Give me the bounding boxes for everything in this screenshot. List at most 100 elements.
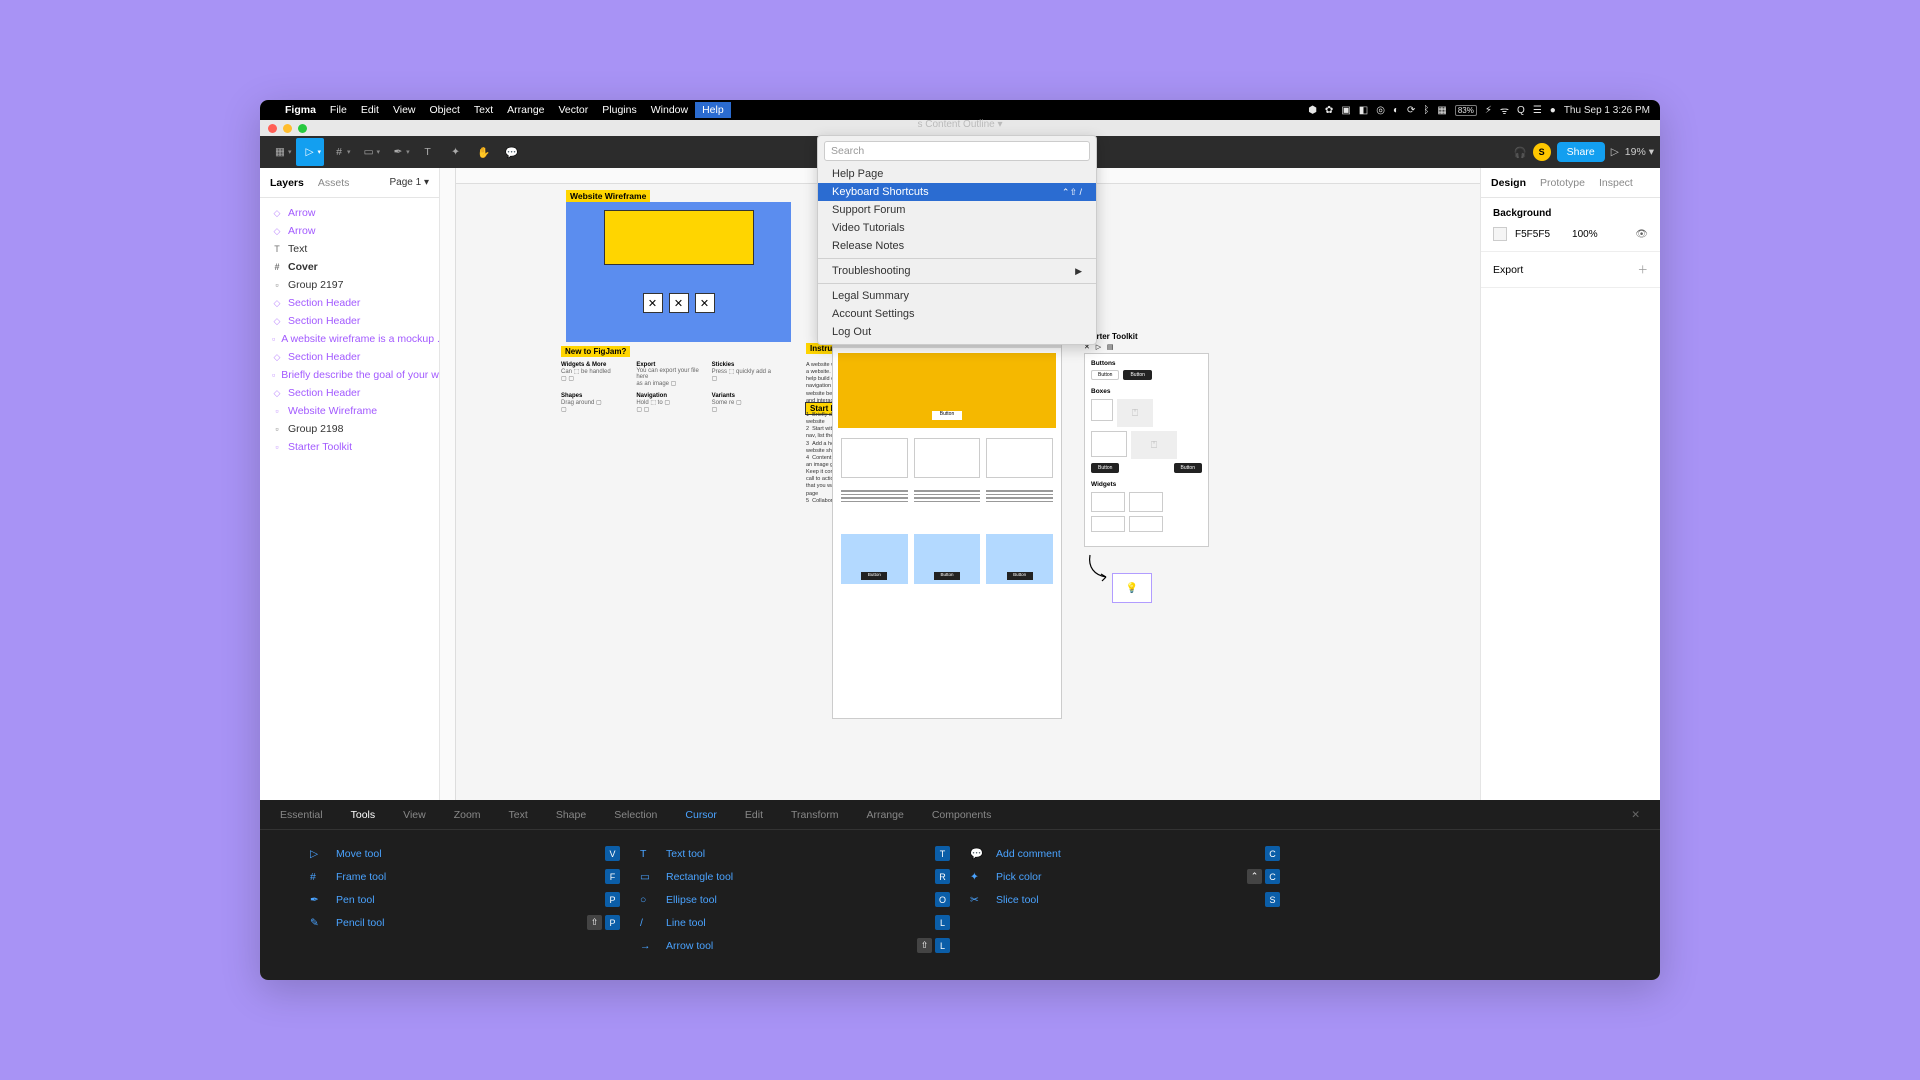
layer-item[interactable]: ▫Website Wireframe: [260, 402, 439, 420]
layer-item[interactable]: ▫Briefly describe the goal of your w...: [260, 366, 439, 384]
text-tool-icon[interactable]: T: [414, 138, 442, 166]
shortcuts-tab[interactable]: Zoom: [454, 809, 481, 821]
menu-arrange[interactable]: Arrange: [500, 102, 551, 118]
shortcut-item: ✒Pen toolP: [310, 888, 620, 911]
shortcut-item: ✂Slice toolS: [970, 888, 1280, 911]
headphones-icon[interactable]: 🎧: [1514, 146, 1527, 159]
menubar-clock: Thu Sep 1 3:26 PM: [1564, 105, 1650, 116]
bg-swatch[interactable]: [1493, 227, 1507, 241]
hand-tool-icon[interactable]: ✋: [470, 138, 498, 166]
shortcut-item: ○Ellipse toolO: [640, 888, 950, 911]
tab-inspect[interactable]: Inspect: [1599, 177, 1633, 189]
layer-item[interactable]: ◇Arrow: [260, 222, 439, 240]
menu-text[interactable]: Text: [467, 102, 500, 118]
close-dot[interactable]: [268, 124, 277, 133]
starter-toolkit[interactable]: Starter Toolkit ✕ ▷ ▤ ButtonsButtonButto…: [1084, 332, 1209, 603]
shortcuts-tab[interactable]: Edit: [745, 809, 763, 821]
layer-item[interactable]: ▫Starter Toolkit: [260, 438, 439, 456]
layer-list: ◇Arrow◇ArrowTText#Cover▫Group 2197◇Secti…: [260, 198, 439, 462]
menubar-app[interactable]: Figma: [278, 102, 323, 118]
shortcuts-tab[interactable]: Arrange: [866, 809, 903, 821]
shortcut-item: ✎Pencil tool⇧P: [310, 911, 620, 934]
help-item-video-tutorials[interactable]: Video Tutorials: [818, 219, 1096, 237]
note-new-figjam: New to FigJam?: [561, 346, 630, 357]
shortcut-item: ▭Rectangle toolR: [640, 865, 950, 888]
app-window: Figma File Edit View Object Text Arrange…: [260, 100, 1660, 980]
layer-item[interactable]: ▫Group 2198: [260, 420, 439, 438]
layer-item[interactable]: ▫Group 2197: [260, 276, 439, 294]
zoom-level[interactable]: 19% ▾: [1625, 146, 1654, 158]
tab-prototype[interactable]: Prototype: [1540, 177, 1585, 189]
menu-edit[interactable]: Edit: [354, 102, 386, 118]
menubar-status-icons: ⬢✿▣◧◎◐⟳ᛒ▦83%⚡︎ᯤQ☰● Thu Sep 1 3:26 PM: [1308, 103, 1650, 117]
bg-hex[interactable]: F5F5F5: [1515, 229, 1550, 240]
minimize-dot[interactable]: [283, 124, 292, 133]
shortcuts-tab[interactable]: Cursor: [685, 809, 717, 821]
right-panel: Design Prototype Inspect Background F5F5…: [1480, 168, 1660, 800]
shortcut-item: #Frame toolF: [310, 865, 620, 888]
menu-plugins[interactable]: Plugins: [595, 102, 643, 118]
shortcut-item: /Line toolL: [640, 911, 950, 934]
shortcuts-tab[interactable]: Selection: [614, 809, 657, 821]
help-item-support-forum[interactable]: Support Forum: [818, 201, 1096, 219]
layer-item[interactable]: ◇Arrow: [260, 204, 439, 222]
zoom-dot[interactable]: [298, 124, 307, 133]
bg-opacity[interactable]: 100%: [1572, 229, 1598, 240]
export-add-icon[interactable]: ＋: [1638, 262, 1649, 277]
layer-item[interactable]: ◇Section Header: [260, 312, 439, 330]
shortcut-item: 💬Add commentC: [970, 842, 1280, 865]
layer-item[interactable]: ◇Section Header: [260, 294, 439, 312]
ruler-vertical: [440, 168, 456, 800]
shortcuts-panel: Essential Tools View Zoom Text Shape Selection…: [260, 800, 1660, 980]
shortcut-item: TText toolT: [640, 842, 950, 865]
help-item-keyboard-shortcuts[interactable]: Keyboard Shortcuts⌃⇧ /: [818, 183, 1096, 201]
left-panel: Layers Assets Page 1 ▾ ◇Arrow◇ArrowTText…: [260, 168, 440, 800]
menu-file[interactable]: File: [323, 102, 354, 118]
layer-item[interactable]: ◇Section Header: [260, 384, 439, 402]
visibility-icon[interactable]: 👁: [1635, 229, 1648, 240]
shortcuts-tab[interactable]: Tools: [351, 809, 376, 821]
help-dropdown: Search Help Page Keyboard Shortcuts⌃⇧ / …: [817, 135, 1097, 345]
shortcut-item: →Arrow tool⇧L: [640, 934, 950, 957]
page-dropdown[interactable]: Page 1 ▾: [389, 177, 429, 188]
menu-vector[interactable]: Vector: [552, 102, 596, 118]
help-item-account[interactable]: Account Settings: [818, 305, 1096, 323]
help-item-release-notes[interactable]: Release Notes: [818, 237, 1096, 255]
layer-item[interactable]: ◇Section Header: [260, 348, 439, 366]
menu-view[interactable]: View: [386, 102, 423, 118]
shortcuts-tab[interactable]: Components: [932, 809, 992, 821]
wireframe-frame[interactable]: Website Wireframe Button ButtonButtonBut…: [832, 339, 1062, 719]
shortcut-item: ▷Move toolV: [310, 842, 620, 865]
layer-item[interactable]: ▫A website wireframe is a mockup ...: [260, 330, 439, 348]
tab-layers[interactable]: Layers: [270, 177, 304, 189]
help-search[interactable]: Search: [824, 141, 1090, 161]
avatar[interactable]: S: [1533, 143, 1551, 161]
help-item-logout[interactable]: Log Out: [818, 323, 1096, 341]
resources-icon[interactable]: ✦: [442, 138, 470, 166]
mac-menubar: Figma File Edit View Object Text Arrange…: [260, 100, 1660, 120]
share-button[interactable]: Share: [1557, 142, 1605, 162]
menu-window[interactable]: Window: [644, 102, 695, 118]
menu-help[interactable]: Help: [695, 102, 731, 118]
tab-title: s Content Outline ▾: [917, 119, 1002, 130]
background-heading: Background: [1493, 208, 1648, 219]
shortcuts-tab[interactable]: Transform: [791, 809, 838, 821]
tab-assets[interactable]: Assets: [318, 177, 350, 189]
shortcuts-tab[interactable]: Essential: [280, 809, 323, 821]
label-website-wireframe: Website Wireframe: [566, 190, 650, 202]
shortcuts-tab[interactable]: View: [403, 809, 426, 821]
figjam-guide-block: Widgets & MoreCan ⬚ be handled▢ ▢ Export…: [561, 362, 781, 462]
shortcuts-tab[interactable]: Shape: [556, 809, 586, 821]
help-item-help-page[interactable]: Help Page: [818, 165, 1096, 183]
help-item-troubleshooting[interactable]: Troubleshooting▶: [818, 262, 1096, 280]
comment-tool-icon[interactable]: 💬: [498, 138, 526, 166]
help-item-legal[interactable]: Legal Summary: [818, 287, 1096, 305]
present-icon[interactable]: ▷: [1611, 146, 1619, 158]
tab-design[interactable]: Design: [1491, 177, 1526, 189]
layer-item[interactable]: #Cover: [260, 258, 439, 276]
menu-object[interactable]: Object: [423, 102, 467, 118]
shortcuts-tab[interactable]: Text: [509, 809, 528, 821]
cover-frame[interactable]: ✕✕✕: [566, 202, 791, 342]
layer-item[interactable]: TText: [260, 240, 439, 258]
shortcuts-close-icon[interactable]: ✕: [1631, 809, 1640, 821]
